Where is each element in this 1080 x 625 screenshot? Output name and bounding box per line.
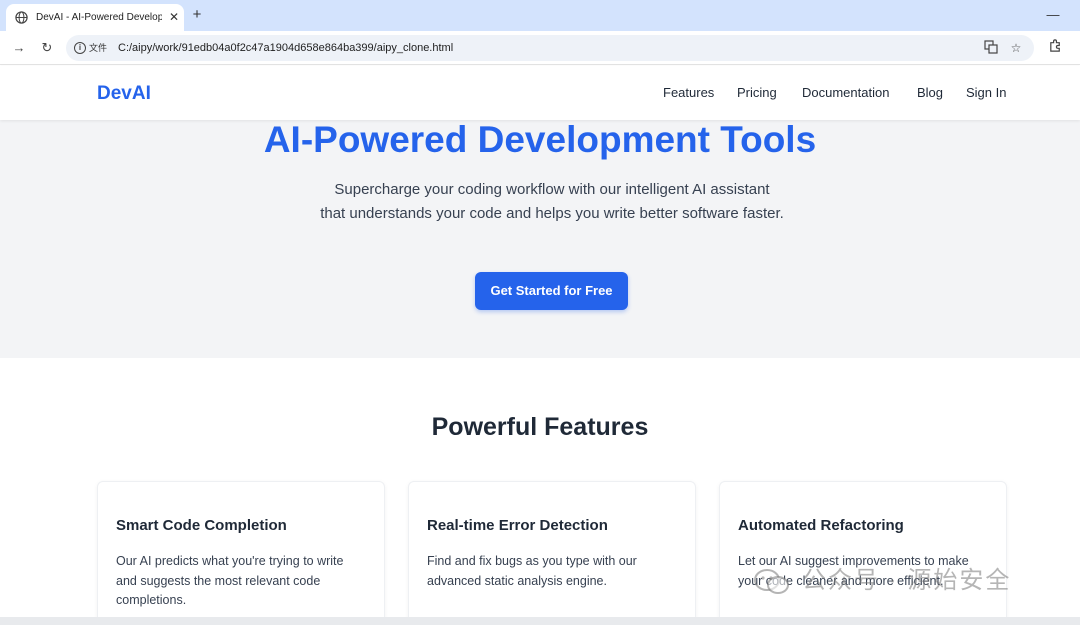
feature-card: Smart Code Completion Our AI predicts wh… — [97, 481, 385, 625]
watermark: 公众号 · 源始安全 — [752, 564, 1052, 598]
minimize-icon[interactable]: — — [1044, 6, 1062, 24]
close-icon[interactable]: ✕ — [166, 9, 182, 25]
browser-tab-strip: DevAI - AI-Powered Develop ✕ + — — [0, 0, 1080, 31]
arrow-left-icon[interactable]: → — [9, 38, 29, 58]
feature-card-title: Automated Refactoring — [738, 517, 904, 534]
hero-subtitle: Supercharge your coding workflow with ou… — [320, 181, 784, 222]
hero-section: AI-Powered Development Tools Supercharge… — [0, 120, 1080, 358]
reload-icon[interactable]: ↻ — [37, 38, 57, 58]
hero-title: AI-Powered Development Tools — [263, 119, 817, 160]
feature-card-description: Find and fix bugs as you type with our a… — [427, 554, 637, 588]
url-text[interactable]: C:/aipy/work/91edb04a0f2c47a1904d658e864… — [118, 40, 453, 56]
logo[interactable]: DevAI — [97, 82, 151, 106]
site-header: DevAI Features Pricing Documentation Blo… — [0, 66, 1080, 120]
nav-link-pricing[interactable]: Pricing — [737, 83, 777, 103]
nav-link-documentation[interactable]: Documentation — [802, 83, 889, 103]
file-chip: 文件 — [89, 43, 108, 53]
nav-link-features[interactable]: Features — [663, 83, 714, 103]
window-bottom-edge — [0, 617, 1080, 625]
plus-icon[interactable]: + — [188, 6, 206, 24]
puzzle-icon[interactable] — [1046, 38, 1064, 56]
feature-card: Automated Refactoring Let our AI suggest… — [719, 481, 1007, 625]
globe-icon — [15, 11, 28, 24]
feature-card-title: Real-time Error Detection — [427, 517, 608, 534]
feature-card-description: Our AI predicts what you're trying to wr… — [116, 554, 344, 607]
feature-card-title: Smart Code Completion — [116, 517, 287, 534]
info-icon[interactable]: i — [74, 42, 86, 54]
translate-icon[interactable] — [983, 40, 999, 56]
wechat-icon — [754, 569, 789, 594]
star-icon[interactable]: ☆ — [1008, 40, 1024, 56]
tab-title: DevAI - AI-Powered Develop — [36, 12, 162, 23]
nav-link-sign-in[interactable]: Sign In — [966, 83, 1006, 103]
browser-tab[interactable]: DevAI - AI-Powered Develop ✕ — [6, 4, 184, 31]
watermark-text: 公众号 · 源始安全 — [802, 567, 1012, 594]
nav-link-blog[interactable]: Blog — [917, 83, 943, 103]
feature-card: Real-time Error Detection Find and fix b… — [408, 481, 696, 625]
get-started-button[interactable]: Get Started for Free — [475, 272, 628, 310]
browser-toolbar: → ↻ i 文件 C:/aipy/work/91edb04a0f2c47a190… — [0, 31, 1080, 65]
features-title: Powerful Features — [431, 413, 649, 441]
address-bar[interactable]: i 文件 C:/aipy/work/91edb04a0f2c47a1904d65… — [66, 35, 1034, 61]
